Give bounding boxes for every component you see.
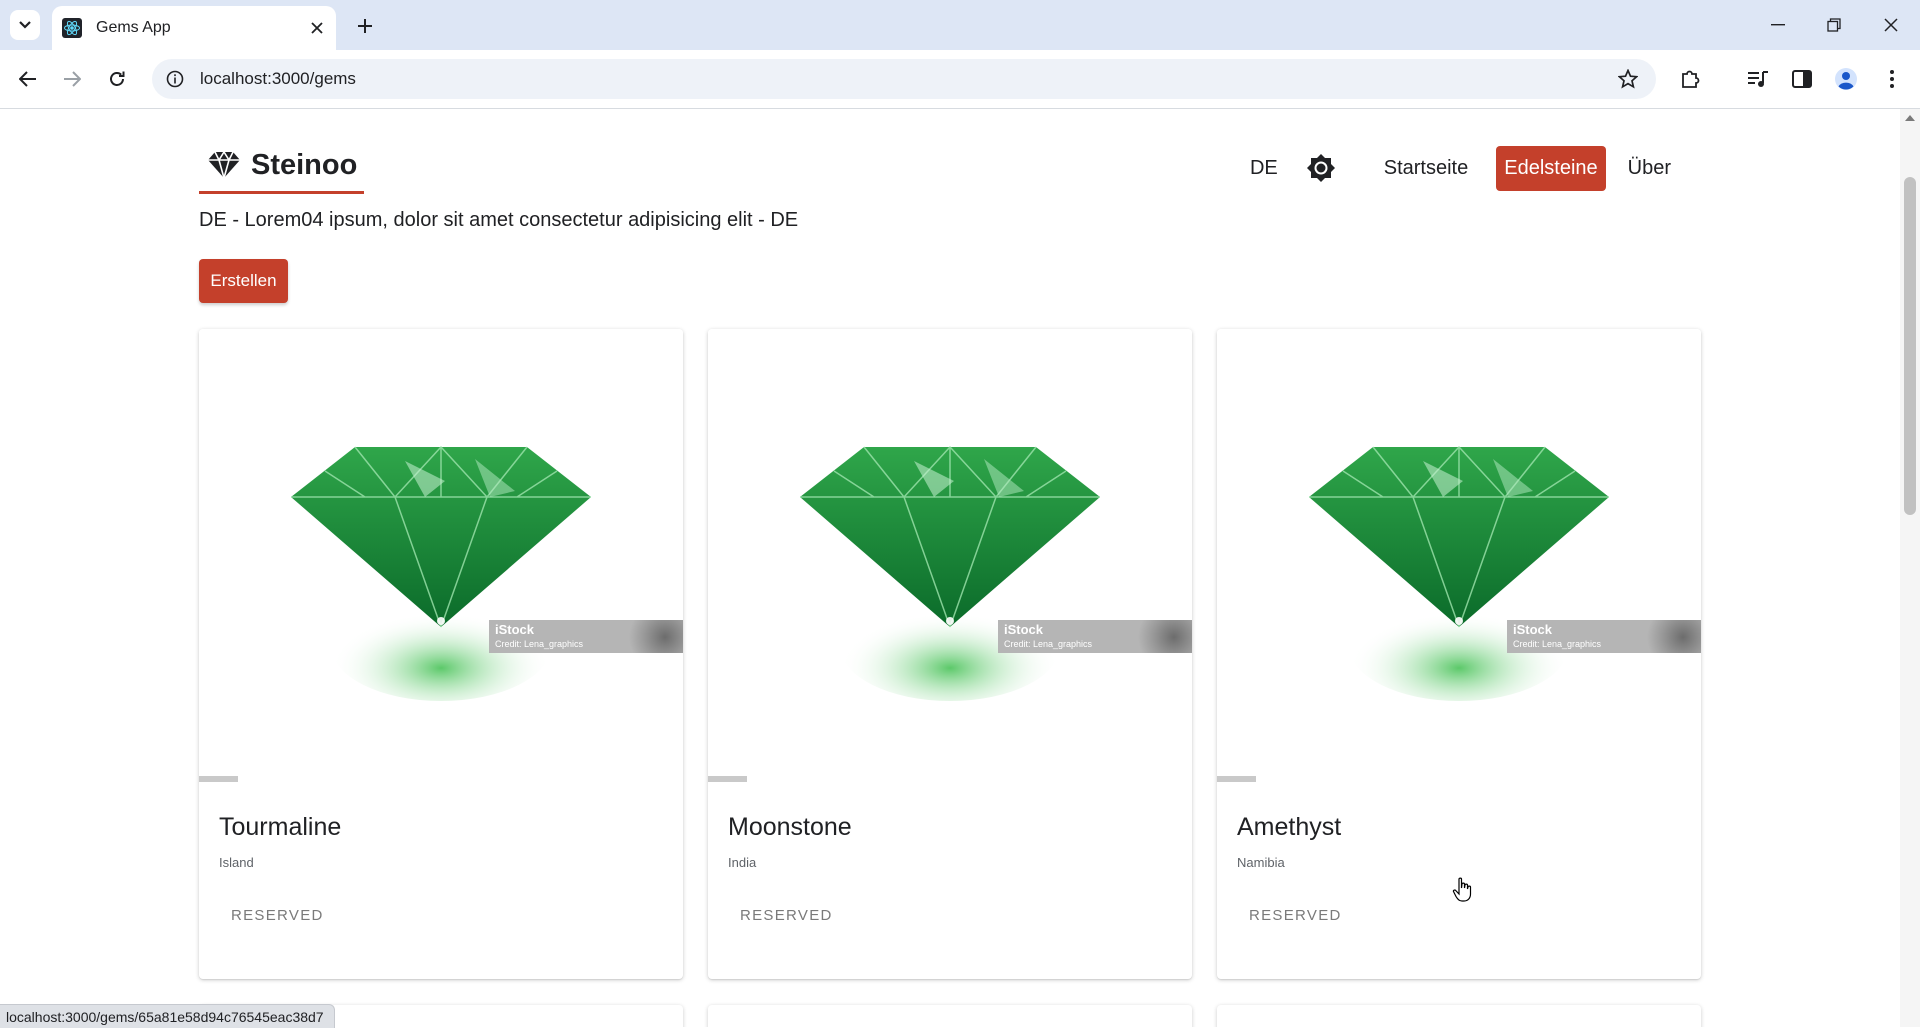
gem-origin: Island: [219, 855, 254, 870]
gem-name: Moonstone: [728, 813, 852, 841]
nav-ueber[interactable]: Über: [1620, 146, 1679, 191]
emerald-illustration: [1309, 445, 1609, 701]
scroll-thumb[interactable]: [1904, 177, 1916, 515]
watermark-shade: [1641, 620, 1701, 653]
reload-icon: [110, 71, 125, 86]
watermark-brand: iStock: [495, 622, 535, 637]
chevron-down-icon: [19, 21, 31, 29]
watermark-credit: Credit: Lena_graphics: [1513, 639, 1602, 649]
diamond-icon: [208, 150, 240, 179]
music-queue-icon: [1748, 71, 1768, 87]
page-viewport: Steinoo DE Startseite Edelsteine Über DE…: [0, 109, 1900, 1027]
watermark-brand: iStock: [1513, 622, 1553, 637]
tab-title: Gems App: [96, 19, 171, 36]
avatar-icon: [1835, 68, 1857, 90]
watermark: iStock Credit: Lena_graphics: [489, 620, 683, 653]
close-window-button[interactable]: [1873, 8, 1909, 42]
brand-logo[interactable]: Steinoo: [199, 139, 364, 194]
brand-name: Steinoo: [251, 148, 358, 181]
image-caption-strip: [199, 776, 238, 782]
gem-card[interactable]: iStock Credit: Lena_graphics Tourmaline …: [199, 329, 683, 979]
create-button[interactable]: Erstellen: [199, 259, 288, 303]
watermark-credit: Credit: Lena_graphics: [495, 639, 584, 649]
image-caption-strip: [708, 776, 747, 782]
plus-icon: [358, 19, 372, 33]
reserved-button[interactable]: RESERVED: [1237, 901, 1354, 930]
url-text: localhost:3000/gems: [200, 69, 356, 88]
watermark: iStock Credit: Lena_graphics: [1507, 620, 1701, 653]
site-info-icon[interactable]: [162, 66, 188, 92]
side-panel-icon: [1792, 70, 1812, 88]
menu-button[interactable]: [1876, 63, 1908, 95]
gem-image: iStock Credit: Lena_graphics: [708, 329, 1192, 785]
gem-image: iStock Credit: Lena_graphics: [1217, 329, 1701, 785]
intro-text: DE - Lorem04 ipsum, dolor sit amet conse…: [199, 209, 799, 231]
gem-card[interactable]: iStock Credit: Lena_graphics Moonstone I…: [708, 329, 1192, 979]
address-bar[interactable]: localhost:3000/gems: [152, 59, 1656, 99]
gem-origin: Namibia: [1237, 855, 1285, 870]
new-tab-button[interactable]: [350, 11, 380, 41]
tab-search-button[interactable]: [10, 10, 40, 40]
reload-button[interactable]: [101, 63, 133, 95]
react-icon: [62, 18, 82, 38]
watermark-credit: Credit: Lena_graphics: [1004, 639, 1093, 649]
theme-toggle[interactable]: [1306, 153, 1336, 183]
arrow-left-icon: [19, 71, 36, 87]
watermark-shade: [623, 620, 683, 653]
main-nav: DE Startseite Edelsteine Über: [1250, 145, 1685, 191]
close-tab-icon[interactable]: [304, 15, 330, 41]
minimize-icon: [1771, 24, 1785, 26]
reserved-button[interactable]: RESERVED: [219, 901, 336, 930]
side-panel-button[interactable]: [1786, 63, 1818, 95]
app-header: Steinoo DE Startseite Edelsteine Über: [199, 139, 1685, 199]
profile-button[interactable]: [1830, 63, 1862, 95]
nav-startseite[interactable]: Startseite: [1376, 146, 1476, 191]
reserved-button[interactable]: RESERVED: [728, 901, 845, 930]
close-icon: [1884, 18, 1898, 32]
browser-toolbar: localhost:3000/gems: [0, 50, 1920, 109]
gem-card[interactable]: [1217, 1005, 1701, 1027]
link-status-bar: localhost:3000/gems/65a81e58d94c76545eac…: [0, 1004, 335, 1028]
gem-card[interactable]: [708, 1005, 1192, 1027]
watermark-brand: iStock: [1004, 622, 1044, 637]
gem-origin: India: [728, 855, 757, 870]
hand-cursor-icon: [1452, 877, 1472, 902]
page-scrollbar[interactable]: [1900, 109, 1920, 1027]
image-caption-strip: [1217, 776, 1256, 782]
kebab-menu-icon: [1890, 70, 1894, 88]
brightness-icon: [1306, 154, 1335, 182]
back-button[interactable]: [12, 63, 44, 95]
gem-name: Tourmaline: [219, 813, 342, 841]
media-control-button[interactable]: [1742, 63, 1774, 95]
bookmark-star-icon[interactable]: [1612, 63, 1644, 95]
emerald-illustration: [800, 445, 1100, 701]
extensions-button[interactable]: [1675, 63, 1707, 95]
language-toggle[interactable]: DE: [1250, 157, 1278, 180]
scroll-up-arrow-icon[interactable]: [1905, 115, 1915, 121]
forward-button[interactable]: [56, 63, 88, 95]
restore-button[interactable]: [1816, 8, 1852, 42]
nav-edelsteine[interactable]: Edelsteine: [1496, 145, 1606, 191]
minimize-button[interactable]: [1760, 8, 1796, 42]
watermark-shade: [1132, 620, 1192, 653]
gem-image: iStock Credit: Lena_graphics: [199, 329, 683, 785]
arrow-right-icon: [64, 71, 81, 87]
restore-icon: [1827, 18, 1841, 32]
browser-tabstrip: Gems App: [0, 0, 1920, 50]
watermark: iStock Credit: Lena_graphics: [998, 620, 1192, 653]
gem-name: Amethyst: [1237, 813, 1342, 841]
emerald-illustration: [291, 445, 591, 701]
browser-tab[interactable]: Gems App: [52, 6, 336, 50]
puzzle-icon: [1682, 70, 1700, 88]
